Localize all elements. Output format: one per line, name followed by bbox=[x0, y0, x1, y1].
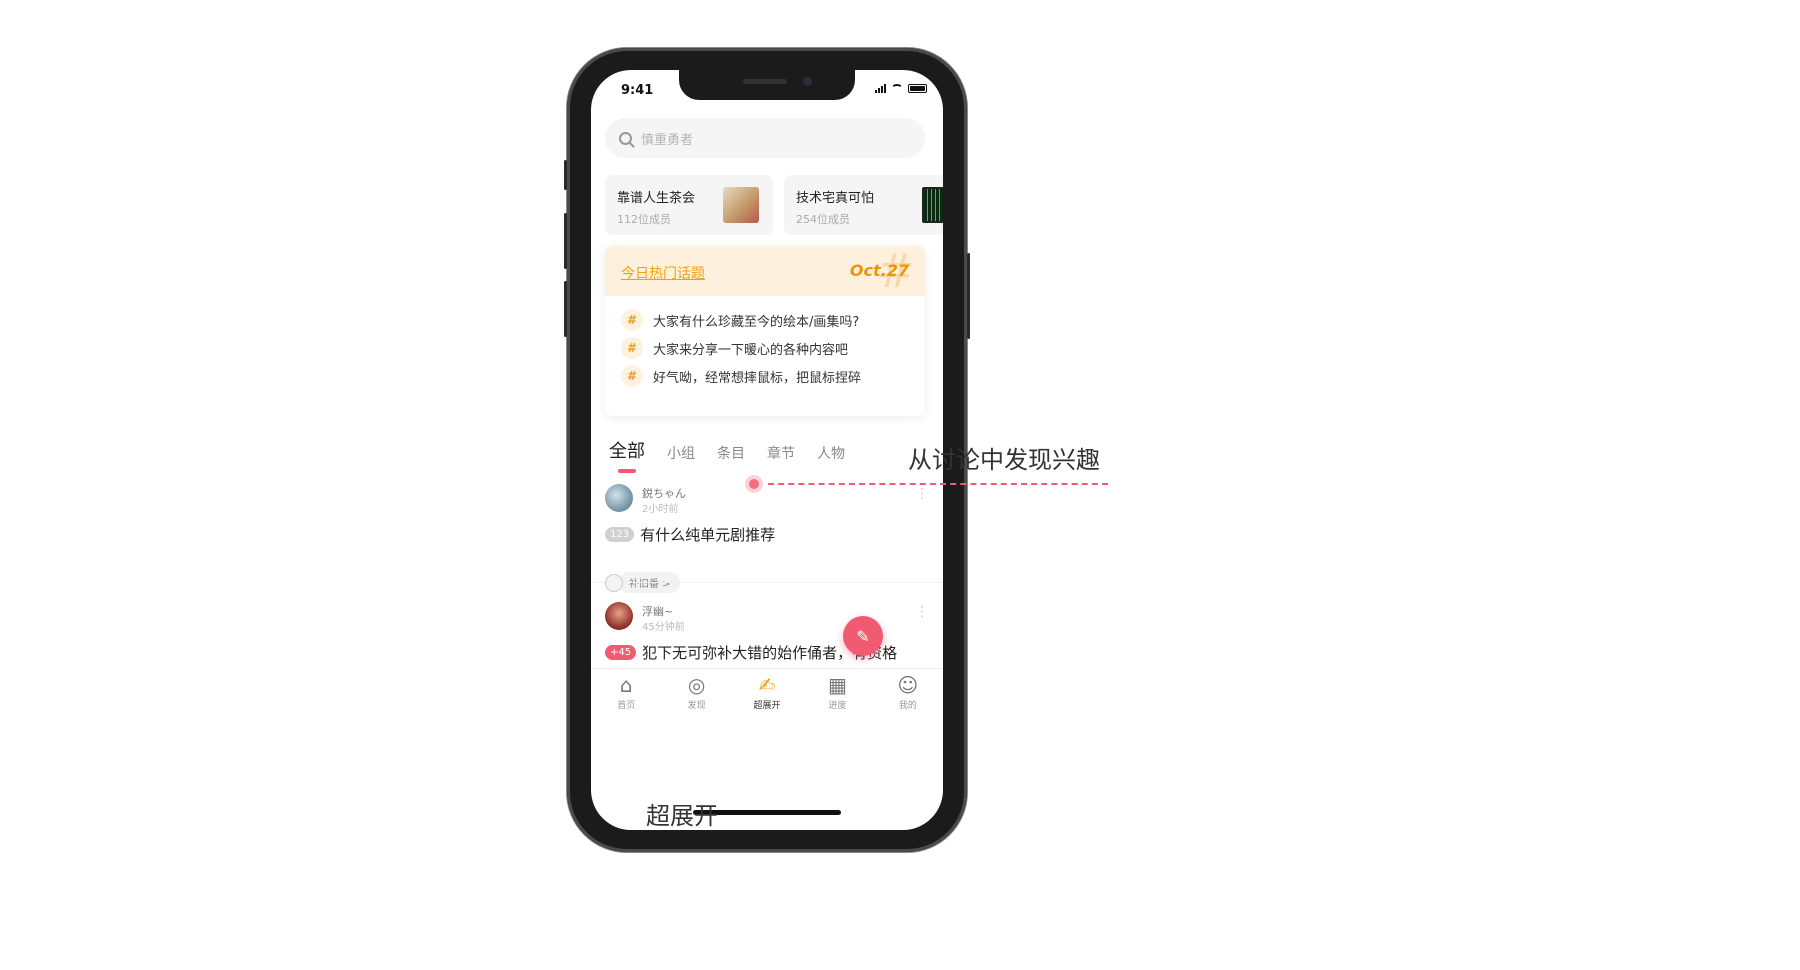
post-title-row: 123 有什么纯单元剧推荐 bbox=[605, 524, 775, 545]
reply-count-badge: 123 bbox=[605, 527, 635, 542]
post-title[interactable]: 有什么纯单元剧推荐 bbox=[640, 524, 775, 545]
camera bbox=[803, 77, 812, 86]
feed-post[interactable]: 浮幽~ 45分钟前 ⋮ +45 犯下无可弥补大错的始作俑者，有资格 bbox=[605, 602, 935, 672]
more-icon[interactable]: ⋮ bbox=[915, 486, 929, 502]
search-bar[interactable]: 慎重勇者 bbox=[605, 118, 925, 158]
divider bbox=[591, 582, 943, 583]
signal-icon bbox=[875, 84, 886, 93]
group-avatar bbox=[605, 573, 623, 592]
phone-side-button bbox=[564, 160, 567, 190]
hot-topics-title[interactable]: 今日热门话题 bbox=[621, 263, 705, 283]
nav-label: 进度 bbox=[828, 701, 847, 711]
nav-label: 首页 bbox=[617, 701, 636, 711]
group-name: 技术宅真可怕 bbox=[796, 191, 875, 206]
nav-label: 超展开 bbox=[753, 701, 781, 711]
annotation-text: 从讨论中发现兴趣 bbox=[908, 446, 1100, 474]
speaker bbox=[743, 79, 787, 84]
status-icons bbox=[875, 84, 927, 93]
phone-volume-down bbox=[564, 281, 567, 337]
planet-icon: ◎ bbox=[687, 673, 706, 697]
topic-text: 好气呦，经常想摔鼠标，把鼠标捏碎 bbox=[653, 370, 862, 386]
tab-chapters[interactable]: 章节 bbox=[767, 443, 795, 463]
hot-topics-card: # 今日热门话题 Oct.27 # 大家有什么珍藏至今的绘本/画集吗? # 大家… bbox=[605, 246, 925, 416]
phone-power-button bbox=[967, 253, 970, 339]
hash-icon: # bbox=[621, 309, 643, 331]
annotation-dot bbox=[745, 475, 763, 493]
notch bbox=[679, 70, 855, 100]
topic-item[interactable]: # 大家来分享一下暖心的各种内容吧 bbox=[621, 337, 848, 359]
topic-item[interactable]: # 大家有什么珍藏至今的绘本/画集吗? bbox=[621, 309, 859, 331]
topic-text: 大家有什么珍藏至今的绘本/画集吗? bbox=[653, 314, 860, 330]
phone-volume-up bbox=[564, 213, 567, 269]
nav-discover[interactable]: ◎ 发现 bbox=[661, 669, 731, 718]
avatar[interactable] bbox=[605, 602, 633, 630]
hash-icon: # bbox=[621, 337, 643, 359]
group-card[interactable]: 技术宅真可怕 254位成员 bbox=[784, 175, 943, 235]
wifi-icon bbox=[891, 84, 903, 93]
app-screen: 9:41 慎重勇者 靠谱人生茶会 112位成员 技术宅真可怕 254位成员 # … bbox=[591, 70, 943, 830]
topic-item[interactable]: # 好气呦，经常想摔鼠标，把鼠标捏碎 bbox=[621, 365, 861, 387]
screen-caption: 超展开 bbox=[646, 802, 718, 830]
topic-text: 大家来分享一下暖心的各种内容吧 bbox=[653, 342, 849, 358]
group-thumbnail bbox=[922, 187, 943, 223]
cat-icon: ☺ bbox=[897, 673, 919, 697]
nav-progress[interactable]: ▦ 进度 bbox=[802, 669, 872, 718]
hot-topics-header: # 今日热门话题 Oct.27 bbox=[605, 246, 925, 296]
bottom-nav: ⌂ 首页 ◎ 发现 ✍ 超展开 ▦ 进度 ☺ 我的 bbox=[591, 668, 943, 718]
nav-label: 我的 bbox=[898, 701, 917, 711]
home-icon: ⌂ bbox=[619, 673, 633, 697]
compose-button[interactable]: ✎ bbox=[843, 616, 883, 656]
phone-frame: 9:41 慎重勇者 靠谱人生茶会 112位成员 技术宅真可怕 254位成员 # … bbox=[564, 48, 970, 852]
avatar[interactable] bbox=[605, 484, 633, 512]
group-member-count: 254位成员 bbox=[796, 213, 850, 226]
nav-label: 发现 bbox=[687, 701, 706, 711]
post-author[interactable]: 鋭ちゃん bbox=[642, 485, 686, 501]
tab-groups[interactable]: 小组 bbox=[667, 443, 695, 463]
annotation-line bbox=[768, 483, 1108, 485]
group-list: 靠谱人生茶会 112位成员 技术宅真可怕 254位成员 bbox=[605, 175, 943, 235]
battery-icon bbox=[908, 84, 927, 93]
nav-home[interactable]: ⌂ 首页 bbox=[591, 669, 661, 718]
feed-post[interactable]: 鋭ちゃん 2小时前 ⋮ 123 有什么纯单元剧推荐 补旧番 > bbox=[605, 484, 935, 593]
group-card[interactable]: 靠谱人生茶会 112位成员 bbox=[605, 175, 773, 235]
group-thumbnail bbox=[723, 187, 759, 223]
search-icon bbox=[619, 131, 632, 145]
tab-all[interactable]: 全部 bbox=[609, 437, 645, 473]
post-time: 45分钟前 bbox=[642, 622, 685, 633]
status-time: 9:41 bbox=[621, 83, 654, 98]
tab-characters[interactable]: 人物 bbox=[817, 443, 845, 463]
nav-mine[interactable]: ☺ 我的 bbox=[873, 669, 943, 718]
post-author[interactable]: 浮幽~ bbox=[642, 603, 673, 619]
nav-chaozhankai[interactable]: ✍ 超展开 bbox=[732, 669, 802, 718]
hash-icon: # bbox=[621, 365, 643, 387]
search-input[interactable]: 慎重勇者 bbox=[641, 129, 693, 148]
calendar-icon: ▦ bbox=[827, 673, 847, 697]
tab-entries[interactable]: 条目 bbox=[717, 443, 745, 463]
hot-topics-date: Oct.27 bbox=[849, 261, 909, 280]
pencil-icon: ✎ bbox=[856, 626, 870, 646]
more-icon[interactable]: ⋮ bbox=[915, 604, 929, 620]
chat-edit-icon: ✍ bbox=[758, 673, 776, 697]
reply-count-badge: +45 bbox=[605, 645, 637, 660]
filter-tabs: 全部 小组 条目 章节 人物 bbox=[609, 437, 867, 473]
post-time: 2小时前 bbox=[642, 504, 679, 515]
